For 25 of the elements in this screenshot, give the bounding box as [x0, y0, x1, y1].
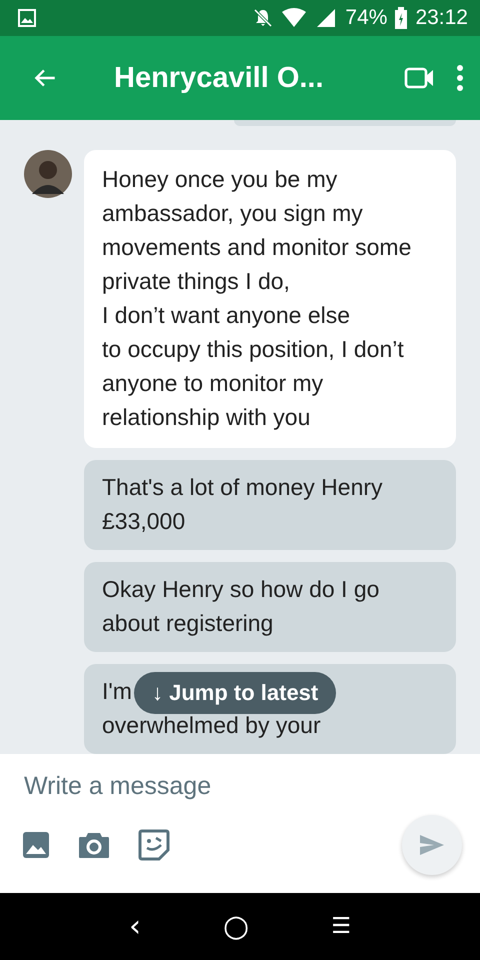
clock: 23:12	[415, 6, 468, 30]
camera-icon	[78, 831, 110, 859]
image-icon	[22, 831, 50, 859]
gallery-button[interactable]	[22, 831, 50, 859]
signal-icon	[315, 8, 338, 28]
sticker-button[interactable]	[138, 829, 170, 861]
battery-percentage: 74%	[345, 6, 388, 30]
sticker-icon	[138, 829, 170, 861]
picture-icon	[18, 9, 36, 27]
message-bubble: Okay Henry so how do I go about registering	[84, 562, 456, 652]
video-camera-icon	[404, 65, 436, 91]
home-nav-button[interactable]: ○	[217, 908, 256, 945]
bell-off-icon	[253, 8, 274, 28]
message-bubble: Honey once you be my ambassador, you sign my movements and monitor some private things I do, I don’t want anyone else to occupy this position, I don’t anyone to monitor my relationship with you	[84, 150, 456, 448]
back-nav-button[interactable]: ‹	[123, 908, 148, 945]
send-button[interactable]	[402, 815, 462, 875]
wifi-icon	[281, 8, 308, 28]
camera-button[interactable]	[78, 831, 110, 859]
send-icon	[419, 834, 445, 856]
message-bubble: That's a lot of money Henry £33,000	[84, 460, 456, 550]
more-icon	[456, 65, 464, 91]
battery-icon	[395, 7, 408, 29]
avatar	[24, 150, 72, 198]
jump-to-latest-button[interactable]: ↓ Jump to latest	[134, 672, 336, 714]
recents-nav-button[interactable]: ☰	[325, 913, 357, 940]
